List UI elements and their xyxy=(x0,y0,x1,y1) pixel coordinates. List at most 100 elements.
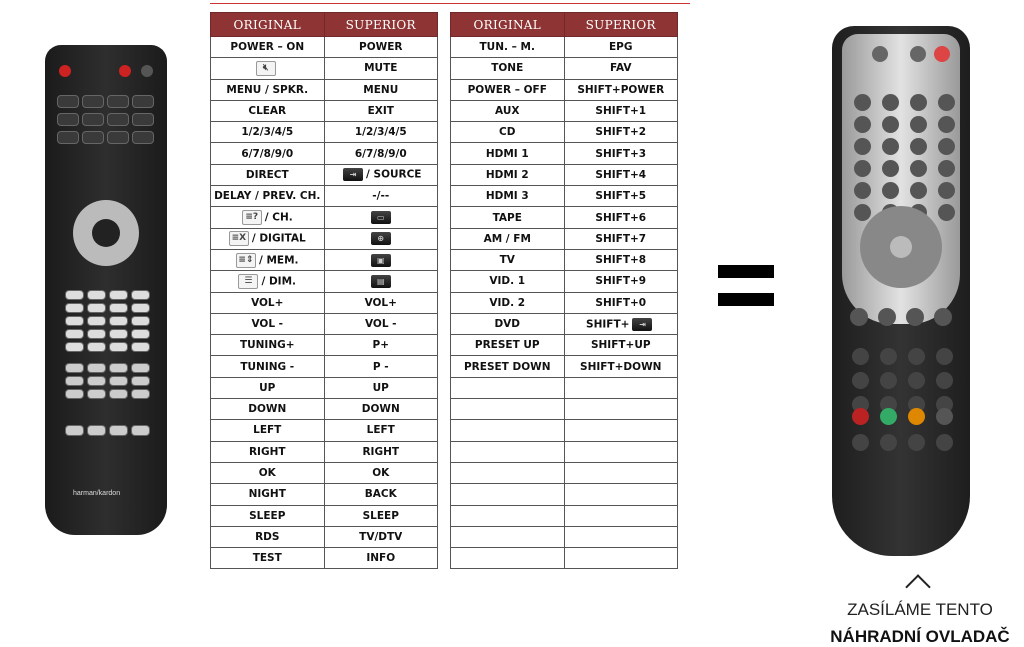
caption-line2: NÁHRADNÍ OVLADAČ xyxy=(830,627,1010,646)
original-cell: CLEAR xyxy=(210,99,325,123)
superior-label: TV/DTV xyxy=(359,530,403,543)
function-button xyxy=(880,348,897,365)
table-row: VID. 1 SHIFT+9 xyxy=(450,270,678,293)
superior-cell: ▭ xyxy=(323,206,438,229)
source-button xyxy=(132,95,154,108)
table-row: SLEEP SLEEP xyxy=(210,504,438,527)
original-label: TONE xyxy=(491,62,524,75)
superior-cell: 1/2/3/4/5 xyxy=(323,121,438,144)
superior-cell xyxy=(563,504,678,527)
transport-button xyxy=(852,408,869,425)
table-row: OK OK xyxy=(210,461,438,485)
original-cell: RDS xyxy=(210,525,325,549)
function-button xyxy=(936,348,953,365)
equals-sign-bottom-bar xyxy=(718,293,774,306)
number-button xyxy=(938,182,955,199)
number-button xyxy=(854,160,871,177)
original-cell: TONE xyxy=(450,57,565,80)
superior-cell: RIGHT xyxy=(323,440,438,463)
original-label: TEST xyxy=(252,552,282,565)
table-row xyxy=(450,398,678,421)
superior-cell: SHIFT+0 xyxy=(563,291,678,314)
ok-button xyxy=(890,236,912,258)
original-cell xyxy=(450,398,565,421)
original-cell: DELAY / PREV. CH. xyxy=(210,185,325,208)
number-button xyxy=(131,342,150,352)
source-button xyxy=(57,131,79,144)
table-row: TUN. – M. EPG xyxy=(450,35,678,59)
original-cell xyxy=(450,376,565,400)
number-button xyxy=(87,316,106,326)
number-button xyxy=(109,303,128,313)
original-label: DIRECT xyxy=(245,168,289,181)
transport-button xyxy=(936,408,953,425)
table-row: VOL - VOL - xyxy=(210,312,438,336)
number-button xyxy=(854,204,871,221)
number-button xyxy=(938,116,955,133)
table-row: 6/7/8/9/0 6/7/8/9/0 xyxy=(210,142,438,165)
original-cell xyxy=(450,504,565,527)
superior-label: DOWN xyxy=(361,403,400,416)
list-key-icon: ☰ xyxy=(238,273,259,289)
superior-label: 1/2/3/4/5 xyxy=(354,126,407,139)
superior-cell: DOWN xyxy=(323,398,438,421)
superior-cell xyxy=(563,525,678,549)
function-button xyxy=(131,363,150,373)
original-label: VID. 2 xyxy=(489,296,526,309)
number-button xyxy=(854,138,871,155)
red-button xyxy=(934,46,950,62)
number-button xyxy=(910,116,927,133)
table-row: MENU / SPKR. MENU xyxy=(210,78,438,101)
original-cell: TUNING - xyxy=(210,355,325,378)
original-cell: HDMI 3 xyxy=(450,185,565,208)
table-row xyxy=(450,376,678,400)
superior-label: BACK xyxy=(364,488,397,501)
superior-label: -/-- xyxy=(372,190,390,203)
superior-label: OK xyxy=(372,467,390,480)
superior-cell xyxy=(563,483,678,506)
original-label: / DIGITAL xyxy=(251,232,306,245)
cancel-key-icon: ≡X xyxy=(228,231,249,247)
table-row: AUX SHIFT+1 xyxy=(450,99,678,123)
table-row: DELAY / PREV. CH. -/-- xyxy=(210,185,438,208)
superior-cell: EPG xyxy=(563,35,678,59)
equals-sign-top-bar xyxy=(718,265,774,278)
superior-cell: LEFT xyxy=(323,419,438,442)
volume-channel-button xyxy=(878,308,896,326)
original-cell: VID. 1 xyxy=(450,270,565,293)
original-label: AM / FM xyxy=(483,232,531,245)
original-label: / DIM. xyxy=(261,275,297,288)
superior-label: VOL - xyxy=(364,318,397,330)
table-header-row: ORIGINAL SUPERIOR xyxy=(210,12,438,37)
table-row: RIGHT RIGHT xyxy=(210,440,438,463)
superior-cell xyxy=(563,419,678,442)
superior-label: EXIT xyxy=(367,105,394,118)
superior-label: POWER xyxy=(359,41,403,54)
original-label: TV xyxy=(499,254,515,267)
original-cell: PRESET UP xyxy=(450,334,565,357)
superior-label: SHIFT+ xyxy=(586,318,630,330)
original-cell: HDMI 1 xyxy=(450,142,565,165)
original-cell: SLEEP xyxy=(210,504,325,527)
table-row: VID. 2 SHIFT+0 xyxy=(450,291,678,314)
original-label: NIGHT xyxy=(248,488,286,501)
table-row xyxy=(450,483,678,506)
superior-label: SHIFT+4 xyxy=(595,168,647,181)
superior-label: MUTE xyxy=(364,62,398,75)
caption-line1: ZASÍLÁME TENTO xyxy=(847,600,993,619)
table-row: DOWN DOWN xyxy=(210,398,438,421)
table-row: UP UP xyxy=(210,376,438,400)
number-button xyxy=(65,329,84,339)
subtitle-icon: ▤ xyxy=(370,274,391,288)
table-row: ≡? / CH. ▭ xyxy=(210,206,438,229)
superior-label: FAV xyxy=(609,62,632,75)
superior-label: SHIFT+0 xyxy=(595,296,647,309)
function-button xyxy=(87,376,106,386)
table-row: TAPE SHIFT+6 xyxy=(450,206,678,229)
teletext-icon: ▭ xyxy=(370,211,391,225)
transport-button xyxy=(109,425,128,436)
original-label: OK xyxy=(258,467,276,480)
header-superior: SUPERIOR xyxy=(323,12,438,37)
source-button xyxy=(82,131,104,144)
table-row: TUNING+ P+ xyxy=(210,334,438,357)
